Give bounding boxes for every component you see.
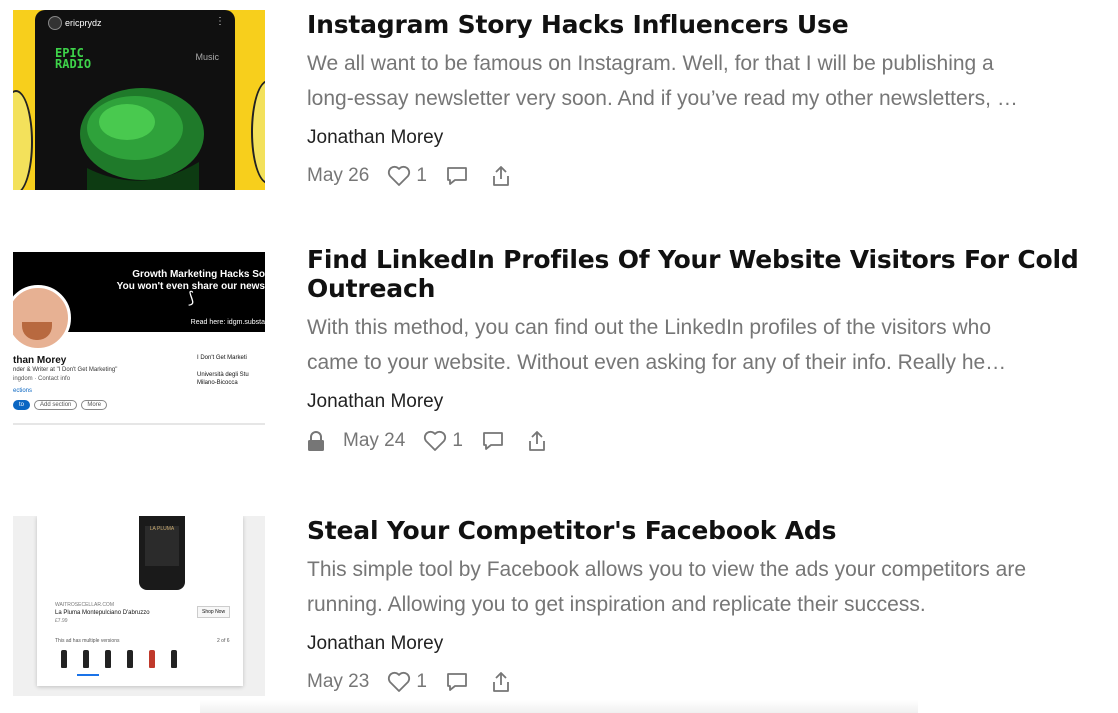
post-author[interactable]: Jonathan Morey	[307, 125, 1107, 151]
phone-mockup: ericprydz ⋮ EPIC RADIO Music	[35, 10, 235, 190]
bottom-fade	[200, 700, 918, 713]
post-date: May 26	[307, 165, 370, 186]
post-thumbnail[interactable]: LA PLUMA WAITROSECELLAR.COM La Pluma Mon…	[13, 516, 265, 696]
post-date: May 23	[307, 671, 370, 692]
shop-now-button: Shop Now	[197, 606, 231, 618]
banana-illustration	[13, 90, 33, 190]
profile-headline: nder & Writer at "I Don't Get Marketing"	[13, 367, 118, 373]
post-meta: May 23 1	[307, 667, 1107, 697]
post-author[interactable]: Jonathan Morey	[307, 631, 1107, 657]
wine-bottle-illustration: LA PLUMA	[139, 516, 185, 590]
variant-thumbnails	[61, 650, 177, 668]
post-meta: May 26 1	[307, 161, 1107, 191]
profile-location: ingdom · Contact info	[13, 376, 71, 382]
post-excerpt[interactable]: This simple tool by Facebook allows you …	[307, 552, 1107, 622]
ad-shop: WAITROSECELLAR.COM	[55, 602, 114, 608]
share-icon[interactable]	[491, 165, 511, 187]
divider	[13, 423, 265, 425]
comment-icon[interactable]	[445, 671, 469, 693]
ad-product: La Pluma Montepulciano D'abruzzo	[55, 610, 150, 616]
post-meta: May 24 1	[307, 426, 1107, 456]
profile-school: Università degli Stu Milano-Bicocca	[197, 372, 249, 386]
thumbnail-brand: EPIC RADIO	[55, 46, 92, 71]
thumbnail-service: Music	[195, 52, 219, 62]
comment-icon[interactable]	[481, 430, 505, 452]
heart-icon[interactable]	[387, 671, 411, 693]
post-title[interactable]: Instagram Story Hacks Influencers Use	[307, 10, 1107, 39]
post-thumbnail[interactable]: Growth Marketing Hacks So You won't even…	[13, 247, 265, 427]
profile-buttons: to Add section More	[13, 400, 108, 410]
selected-indicator	[77, 674, 99, 676]
share-icon[interactable]	[527, 430, 547, 452]
post-title[interactable]: Find LinkedIn Profiles Of Your Website V…	[307, 245, 1107, 303]
post-title[interactable]: Steal Your Competitor's Facebook Ads	[307, 516, 1107, 545]
like-count: 1	[416, 671, 427, 692]
profile-name: than Morey	[13, 355, 67, 366]
post-thumbnail[interactable]: ericprydz ⋮ EPIC RADIO Music	[13, 10, 265, 190]
post-author[interactable]: Jonathan Morey	[307, 389, 1107, 415]
heart-icon[interactable]	[423, 430, 447, 452]
share-icon[interactable]	[491, 671, 511, 693]
thumbnail-handle: ericprydz	[65, 18, 102, 28]
ad-count: 2 of 6	[217, 638, 230, 644]
heart-icon[interactable]	[387, 165, 411, 187]
post-date: May 24	[343, 430, 406, 451]
comment-icon[interactable]	[445, 165, 469, 187]
lock-icon	[307, 431, 325, 451]
post-excerpt[interactable]: With this method, you can find out the L…	[307, 310, 1107, 380]
profile-company: I Don't Get Marketi	[197, 355, 247, 361]
more-icon: ⋮	[215, 16, 225, 27]
helmet-illustration	[80, 88, 204, 190]
like-count: 1	[452, 430, 463, 451]
ad-card: LA PLUMA WAITROSECELLAR.COM La Pluma Mon…	[37, 516, 243, 686]
banana-illustration	[251, 80, 265, 184]
ad-price: £7.99	[55, 618, 68, 624]
avatar	[13, 285, 71, 351]
post-excerpt[interactable]: We all want to be famous on Instagram. W…	[307, 46, 1107, 116]
profile-connections: ections	[13, 388, 33, 394]
avatar	[48, 16, 62, 30]
ad-variants: This ad has multiple versions	[55, 638, 120, 644]
squiggle-arrow-icon: ⟆	[188, 290, 195, 307]
like-count: 1	[416, 165, 427, 186]
